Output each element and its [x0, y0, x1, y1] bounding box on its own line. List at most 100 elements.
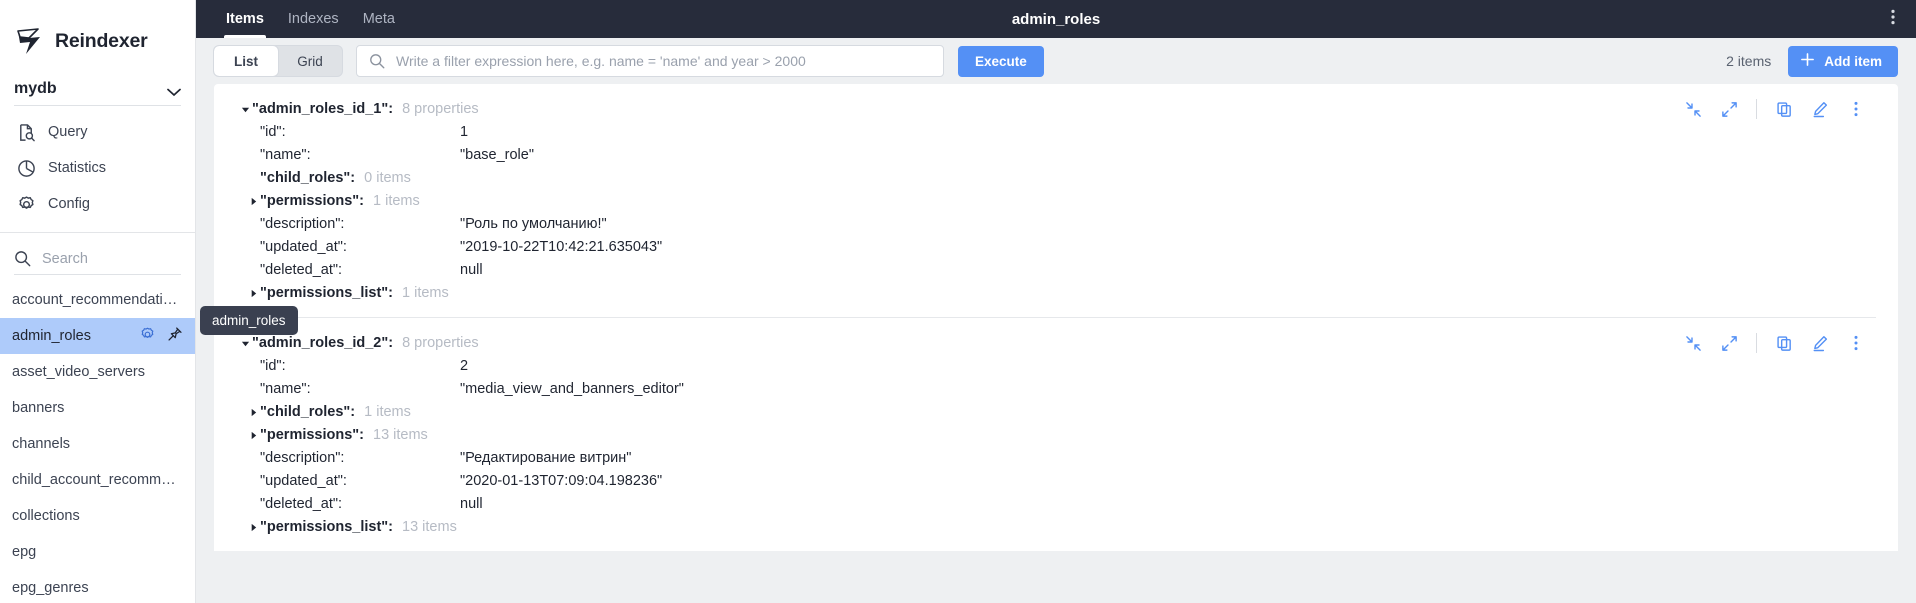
item-header-row[interactable]: "admin_roles_id_2": 8 properties — [214, 332, 1898, 355]
property-key: "deleted_at": — [260, 493, 342, 516]
page-title: admin_roles — [196, 0, 1916, 38]
property-key-col: "child_roles": 0 items — [260, 167, 460, 190]
tab-meta[interactable]: Meta — [351, 0, 407, 38]
caret-right-icon[interactable] — [246, 516, 260, 539]
namespace-item[interactable]: asset_video_servers — [0, 354, 195, 390]
property-row[interactable]: "child_roles": 1 items — [214, 401, 1898, 424]
execute-button[interactable]: Execute — [958, 46, 1044, 77]
namespace-label: child_account_recommend... — [12, 472, 183, 488]
property-key-col: "deleted_at": — [260, 259, 460, 282]
tab-label: Meta — [363, 11, 395, 27]
plus-icon — [1800, 52, 1815, 70]
property-key: "description": — [260, 447, 344, 470]
namespace-item[interactable]: collections — [0, 498, 195, 534]
property-key: "id": — [260, 355, 286, 378]
namespace-item[interactable]: account_recommendations — [0, 282, 195, 318]
caret-right-icon[interactable] — [246, 282, 260, 305]
query-document-icon — [17, 123, 36, 142]
view-mode-list[interactable]: List — [214, 46, 278, 76]
property-row[interactable]: "permissions": 13 items — [214, 424, 1898, 447]
property-key: "updated_at": — [260, 470, 347, 493]
namespace-item[interactable]: child_account_recommend... — [0, 462, 195, 498]
filter-box[interactable] — [356, 45, 944, 77]
pencil-icon[interactable] — [1802, 96, 1838, 122]
toolbar: List Grid Execute 2 items — [196, 38, 1916, 84]
item-header-row[interactable]: "admin_roles_id_1": 8 properties — [214, 98, 1898, 121]
tab-label: Indexes — [288, 11, 339, 27]
sidebar-item-query[interactable]: Query — [0, 114, 195, 150]
caret-right-icon[interactable] — [246, 424, 260, 447]
namespace-item[interactable]: epg_genres — [0, 570, 195, 603]
gear-icon[interactable] — [139, 326, 156, 347]
namespace-actions — [139, 326, 183, 347]
search-icon — [369, 53, 386, 70]
property-key: "child_roles": — [260, 167, 355, 190]
property-row[interactable]: "permissions_list": 1 items — [214, 282, 1898, 305]
view-mode-label: List — [234, 54, 258, 69]
sidebar-item-config[interactable]: Config — [0, 186, 195, 222]
property-row[interactable]: "permissions": 1 items — [214, 190, 1898, 213]
filter-input[interactable] — [396, 53, 931, 69]
tab-indexes[interactable]: Indexes — [276, 0, 351, 38]
property-row: "description": "Роль по умолчанию!" — [214, 213, 1898, 236]
copy-icon[interactable] — [1766, 96, 1802, 122]
expand-arrows-icon[interactable] — [1711, 330, 1747, 356]
namespace-label: banners — [12, 400, 183, 416]
namespace-label: asset_video_servers — [12, 364, 183, 380]
namespace-search[interactable] — [14, 243, 181, 275]
property-key-col: "description": — [260, 447, 460, 470]
copy-icon[interactable] — [1766, 330, 1802, 356]
view-mode-grid[interactable]: Grid — [278, 46, 342, 76]
tab-items[interactable]: Items — [214, 0, 276, 38]
property-value: "Роль по умолчанию!" — [460, 213, 607, 236]
property-key-col: "deleted_at": — [260, 493, 460, 516]
property-value: null — [460, 493, 483, 516]
action-divider — [1756, 99, 1757, 119]
property-row: "updated_at": "2019-10-22T10:42:21.63504… — [214, 236, 1898, 259]
pin-icon[interactable] — [166, 326, 183, 347]
namespace-item[interactable]: epg — [0, 534, 195, 570]
sidebar-divider — [0, 232, 195, 233]
property-meta: 13 items — [402, 516, 457, 539]
more-vertical-icon[interactable] — [1838, 96, 1874, 122]
property-value: "2019-10-22T10:42:21.635043" — [460, 236, 662, 259]
namespace-item-admin-roles[interactable]: admin_roles — [0, 318, 195, 354]
property-meta: 0 items — [364, 167, 411, 190]
property-value: "media_view_and_banners_editor" — [460, 378, 684, 401]
namespace-item[interactable]: channels — [0, 426, 195, 462]
caret-down-icon[interactable] — [238, 332, 252, 355]
topbar-more-button[interactable] — [1870, 0, 1916, 38]
property-row[interactable]: "permissions_list": 13 items — [214, 516, 1898, 539]
chevron-down-icon — [167, 84, 181, 93]
property-key: "permissions": — [260, 424, 364, 447]
property-key: "child_roles": — [260, 401, 355, 424]
toolbar-right: 2 items Add item — [1726, 46, 1898, 77]
namespace-label: collections — [12, 508, 183, 524]
pencil-icon[interactable] — [1802, 330, 1838, 356]
more-vertical-icon[interactable] — [1838, 330, 1874, 356]
property-meta: 1 items — [373, 190, 420, 213]
item-actions — [1675, 330, 1874, 356]
namespace-item[interactable]: banners — [0, 390, 195, 426]
namespace-tooltip: admin_roles — [200, 306, 298, 335]
caret-right-icon[interactable] — [246, 401, 260, 424]
property-key-col: "id": — [260, 121, 460, 144]
caret-right-icon[interactable] — [246, 190, 260, 213]
property-key-col: "id": — [260, 355, 460, 378]
caret-down-icon[interactable] — [238, 98, 252, 121]
search-input[interactable] — [42, 251, 162, 267]
property-value: 2 — [460, 355, 468, 378]
database-name: mydb — [14, 80, 57, 98]
collapse-arrows-icon[interactable] — [1675, 330, 1711, 356]
property-row: "deleted_at": null — [214, 493, 1898, 516]
property-row: "id": 1 — [214, 121, 1898, 144]
collapse-arrows-icon[interactable] — [1675, 96, 1711, 122]
add-item-label: Add item — [1824, 54, 1882, 69]
add-item-button[interactable]: Add item — [1788, 46, 1898, 77]
expand-arrows-icon[interactable] — [1711, 96, 1747, 122]
property-key-col: "name": — [260, 144, 460, 167]
database-selector[interactable]: mydb — [14, 72, 181, 106]
item-block: "admin_roles_id_2": 8 properties "id": 2… — [214, 318, 1898, 551]
search-icon — [14, 250, 31, 267]
sidebar-item-statistics[interactable]: Statistics — [0, 150, 195, 186]
